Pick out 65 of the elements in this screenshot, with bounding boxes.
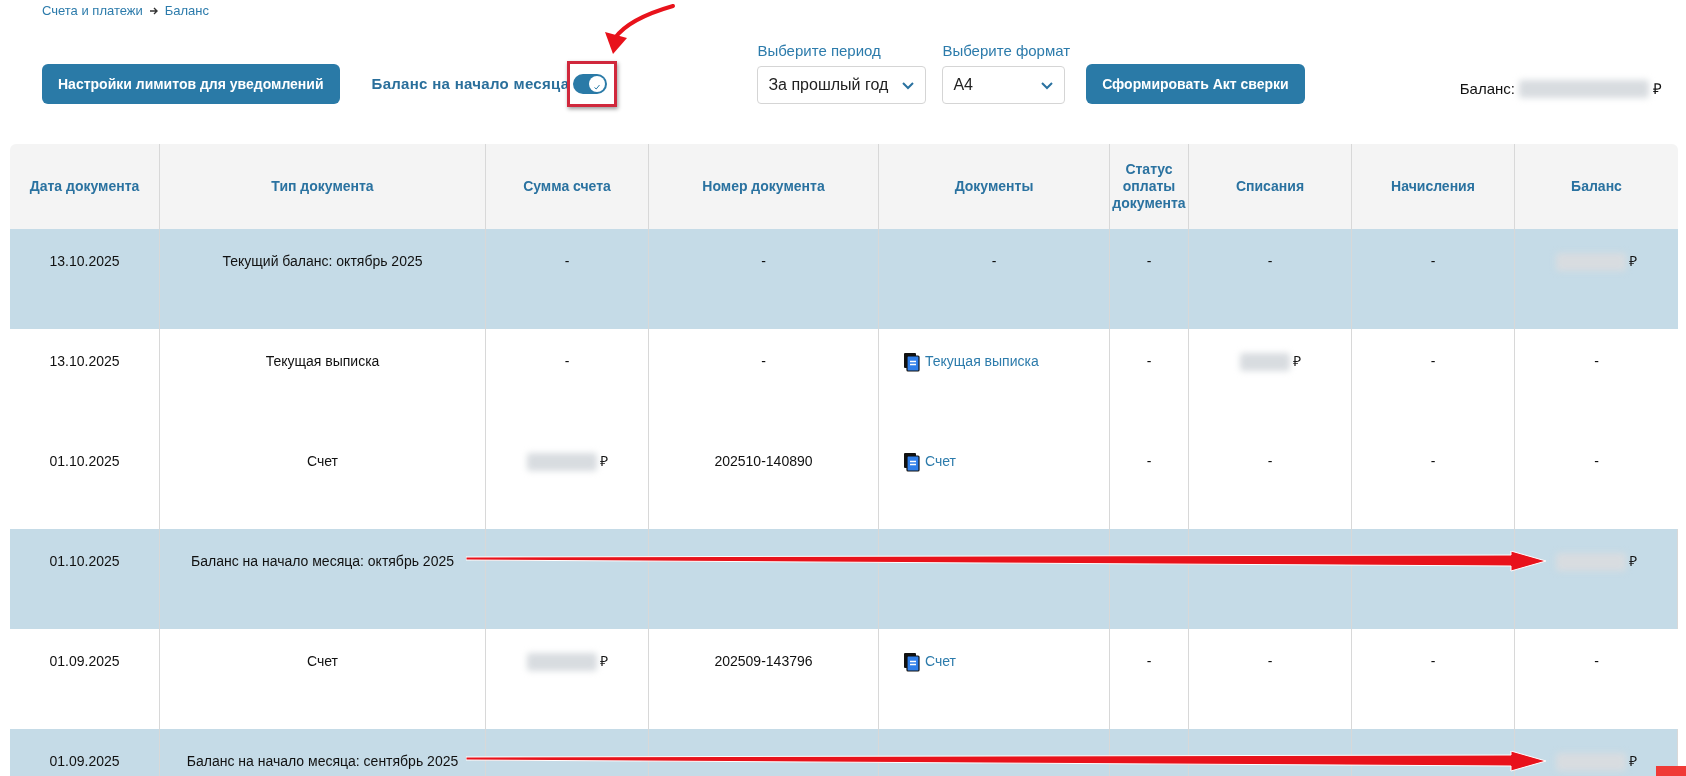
table-cell: 01.09.2025 — [49, 653, 120, 669]
currency-sign: ₽ — [1628, 552, 1637, 571]
table-cell: 202509-143796 — [714, 653, 813, 669]
table-cell: - — [761, 353, 766, 369]
table-cell: - — [1146, 353, 1152, 369]
table-cell: Текущий баланс: октябрь 2025 — [222, 253, 423, 269]
redacted-value — [1239, 352, 1290, 371]
redacted-value — [526, 452, 597, 471]
document-icon — [903, 451, 921, 472]
toggle-label: Баланс на начало месяца — [371, 73, 570, 94]
table-cell: 13.10.2025 — [49, 253, 120, 269]
table-cell: - — [1267, 653, 1273, 669]
currency-sign: ₽ — [599, 452, 608, 471]
table-cell: - — [1430, 653, 1436, 669]
table-cell: - — [1594, 653, 1599, 669]
table-cell: 01.10.2025 — [49, 453, 120, 469]
annotation-arrow — [605, 4, 675, 54]
arrow-right-icon — [148, 6, 159, 16]
table-cell: - — [564, 353, 570, 369]
document-link[interactable]: Счет — [903, 451, 956, 472]
document-link[interactable]: Текущая выписка — [903, 351, 1039, 372]
period-select[interactable]: За прошлый год — [757, 66, 927, 104]
breadcrumb-current: Баланс — [164, 2, 210, 21]
table-cell: 202510-140890 — [714, 453, 813, 469]
toggle-switch[interactable] — [573, 74, 608, 94]
currency-sign: ₽ — [1629, 252, 1637, 271]
table-cell: Счет — [307, 453, 338, 469]
table-cell: - — [1430, 453, 1436, 469]
table-cell: - — [564, 253, 570, 269]
document-icon — [903, 351, 921, 372]
chevron-down-icon — [1040, 80, 1055, 90]
balance-label: Баланс: — [1459, 78, 1515, 99]
table-cell: Текущая выписка — [265, 353, 380, 369]
table-cell: Счет — [307, 653, 338, 669]
currency-sign: ₽ — [599, 652, 608, 671]
table-cell: - — [1594, 453, 1599, 469]
table-cell: - — [1267, 453, 1273, 469]
table-cell: - — [1146, 453, 1152, 469]
table-cell: - — [1146, 253, 1152, 269]
document-icon — [903, 651, 921, 672]
table-cell: - — [1430, 353, 1436, 369]
table-cell: - — [1146, 653, 1152, 669]
table-cell: - — [761, 253, 766, 269]
table-cell: 13.10.2025 — [49, 353, 120, 369]
limits-settings-button[interactable]: Настройки лимитов для уведомлений — [42, 64, 340, 104]
table-cell: Баланс на начало месяца: октябрь 2025 — [191, 553, 454, 569]
chevron-down-icon — [901, 80, 916, 90]
redacted-value — [526, 652, 597, 671]
generate-report-button[interactable]: Сформировать Акт сверки — [1086, 64, 1305, 104]
currency-sign: ₽ — [1292, 352, 1301, 371]
column-header: Баланс — [1570, 177, 1623, 197]
field-label: Выберите период — [757, 40, 882, 61]
document-link[interactable]: Счет — [903, 651, 956, 672]
field-label: Выберите формат — [942, 40, 1071, 61]
currency-sign: ₽ — [1628, 752, 1637, 771]
table-cell: - — [991, 253, 997, 269]
table-cell: - — [1267, 253, 1273, 269]
table-cell: - — [1430, 253, 1436, 269]
currency-sign: ₽ — [1653, 78, 1662, 99]
table-cell: - — [1594, 353, 1599, 369]
table-cell: 01.10.2025 — [49, 553, 120, 569]
format-select[interactable]: А4 — [942, 66, 1066, 104]
table-cell: 01.09.2025 — [49, 753, 120, 769]
table-cell: Баланс на начало месяца: сентябрь 2025 — [186, 753, 459, 769]
breadcrumb-link[interactable]: Счета и платежи — [42, 1, 143, 21]
